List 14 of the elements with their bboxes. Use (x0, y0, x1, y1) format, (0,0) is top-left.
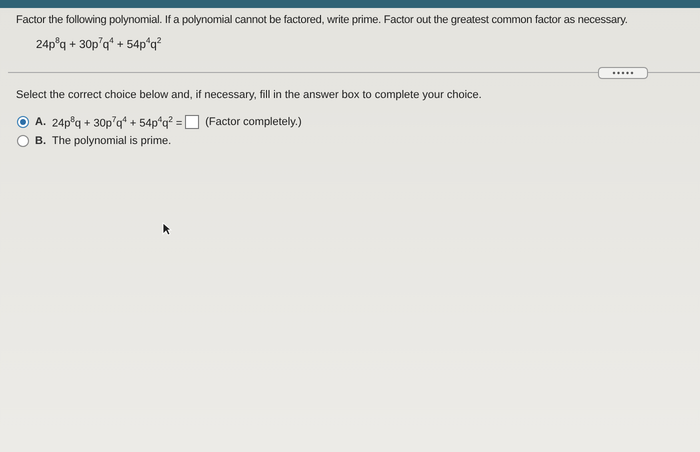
hint-text: (Factor completely.) (205, 116, 302, 128)
answer-box[interactable] (185, 115, 200, 130)
instruction-text: Select the correct choice below and, if necessary, fill in the answer box to complete your choice. (16, 88, 482, 101)
radio-button[interactable] (17, 135, 29, 148)
dots-icon (612, 70, 634, 75)
polynomial-expression: 24p$^{8}$q + 30p$^{7}$q$^{4}$ + 54p$^{4}$q$^{2}$ (36, 36, 162, 51)
more-button[interactable] (598, 66, 648, 79)
choice-text: The polynomial is prime. (52, 135, 172, 148)
choice-letter: B. (35, 135, 46, 148)
mouse-pointer-icon (162, 222, 172, 236)
radio-button[interactable] (17, 116, 29, 128)
polynomial-expression: 24p$^{8}$q + 30p$^{7}$q$^{4}$ + 54p$^{4}$q$^{2}$ = (52, 114, 182, 130)
instruction-text: Factor the following polynomial. If a polynomial cannot be factored, write prime. Factor out the greatest common factor as necessary. (16, 14, 629, 26)
choice-letter: A. (35, 116, 46, 128)
